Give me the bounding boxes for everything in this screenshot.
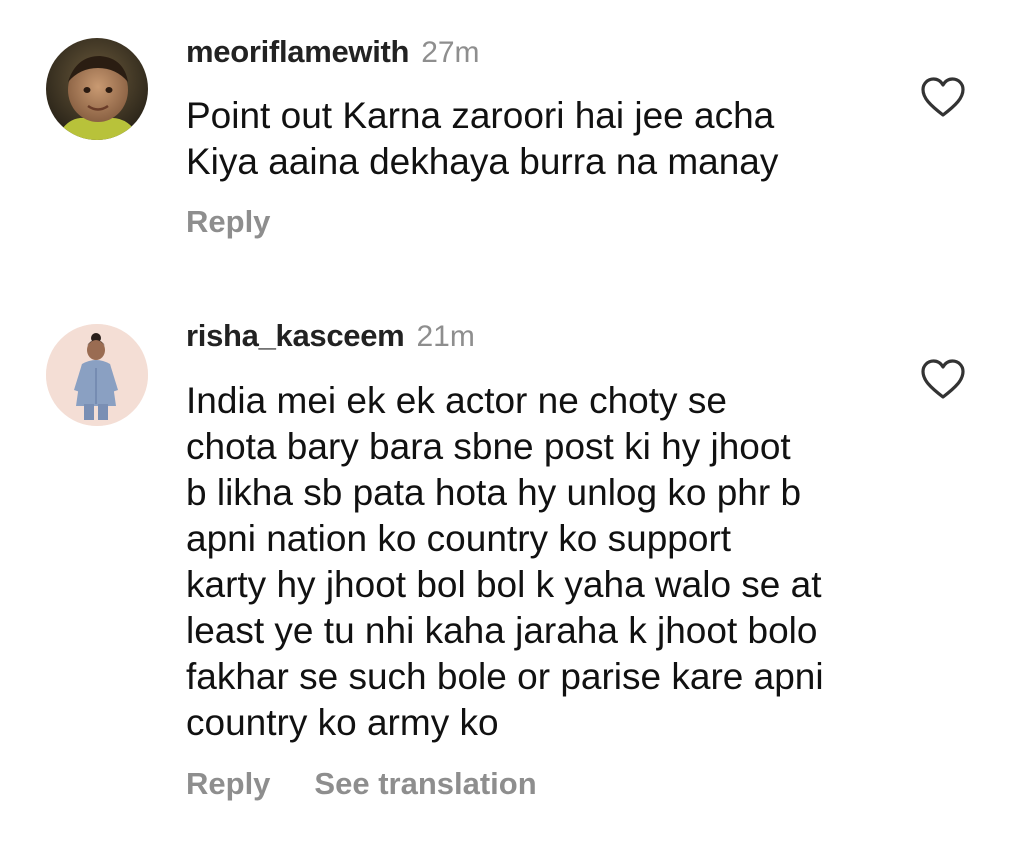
comment-line: fakhar se such bole or parise kare apni bbox=[186, 656, 824, 697]
heart-outline-icon[interactable] bbox=[920, 358, 966, 400]
timestamp: 27m bbox=[421, 36, 480, 69]
comment-line: least ye tu nhi kaha jaraha k jhoot bolo bbox=[186, 610, 818, 651]
reply-button[interactable]: Reply bbox=[186, 766, 270, 801]
comment-line: India mei ek ek actor ne choty se bbox=[186, 380, 727, 421]
comment-line: country ko army ko bbox=[186, 702, 499, 743]
reply-button[interactable]: Reply bbox=[186, 204, 270, 239]
comment-header: risha_kasceem 21m bbox=[186, 318, 475, 354]
comments-page: meoriflamewith 27m Point out Karna zaroor… bbox=[0, 0, 1024, 850]
see-translation-button[interactable]: See translation bbox=[314, 766, 536, 801]
avatar[interactable] bbox=[46, 38, 148, 140]
username[interactable]: meoriflamewith bbox=[186, 34, 409, 69]
avatar-image bbox=[46, 324, 148, 426]
heart-outline-icon[interactable] bbox=[920, 76, 966, 118]
avatar[interactable] bbox=[46, 324, 148, 426]
comment-line: karty hy jhoot bol bol k yaha walo se at bbox=[186, 564, 822, 605]
comment-line: chota bary bara sbne post ki hy jhoot bbox=[186, 426, 791, 467]
username[interactable]: risha_kasceem bbox=[186, 318, 405, 353]
comment-actions: Reply See translation bbox=[186, 766, 537, 802]
avatar-image bbox=[46, 38, 148, 140]
comment-text: Point out Karna zaroori hai jee acha Kiy… bbox=[186, 93, 906, 185]
comment-line: apni nation ko country ko support bbox=[186, 518, 732, 559]
timestamp: 21m bbox=[416, 320, 475, 353]
comment-actions: Reply bbox=[186, 204, 270, 240]
comment-line: Kiya aaina dekhaya burra na manay bbox=[186, 141, 779, 182]
comment-header: meoriflamewith 27m bbox=[186, 34, 480, 70]
comment-text: India mei ek ek actor ne choty se chota … bbox=[186, 378, 906, 746]
comment-line: b likha sb pata hota hy unlog ko phr b bbox=[186, 472, 802, 513]
comment-line: Point out Karna zaroori hai jee acha bbox=[186, 95, 775, 136]
